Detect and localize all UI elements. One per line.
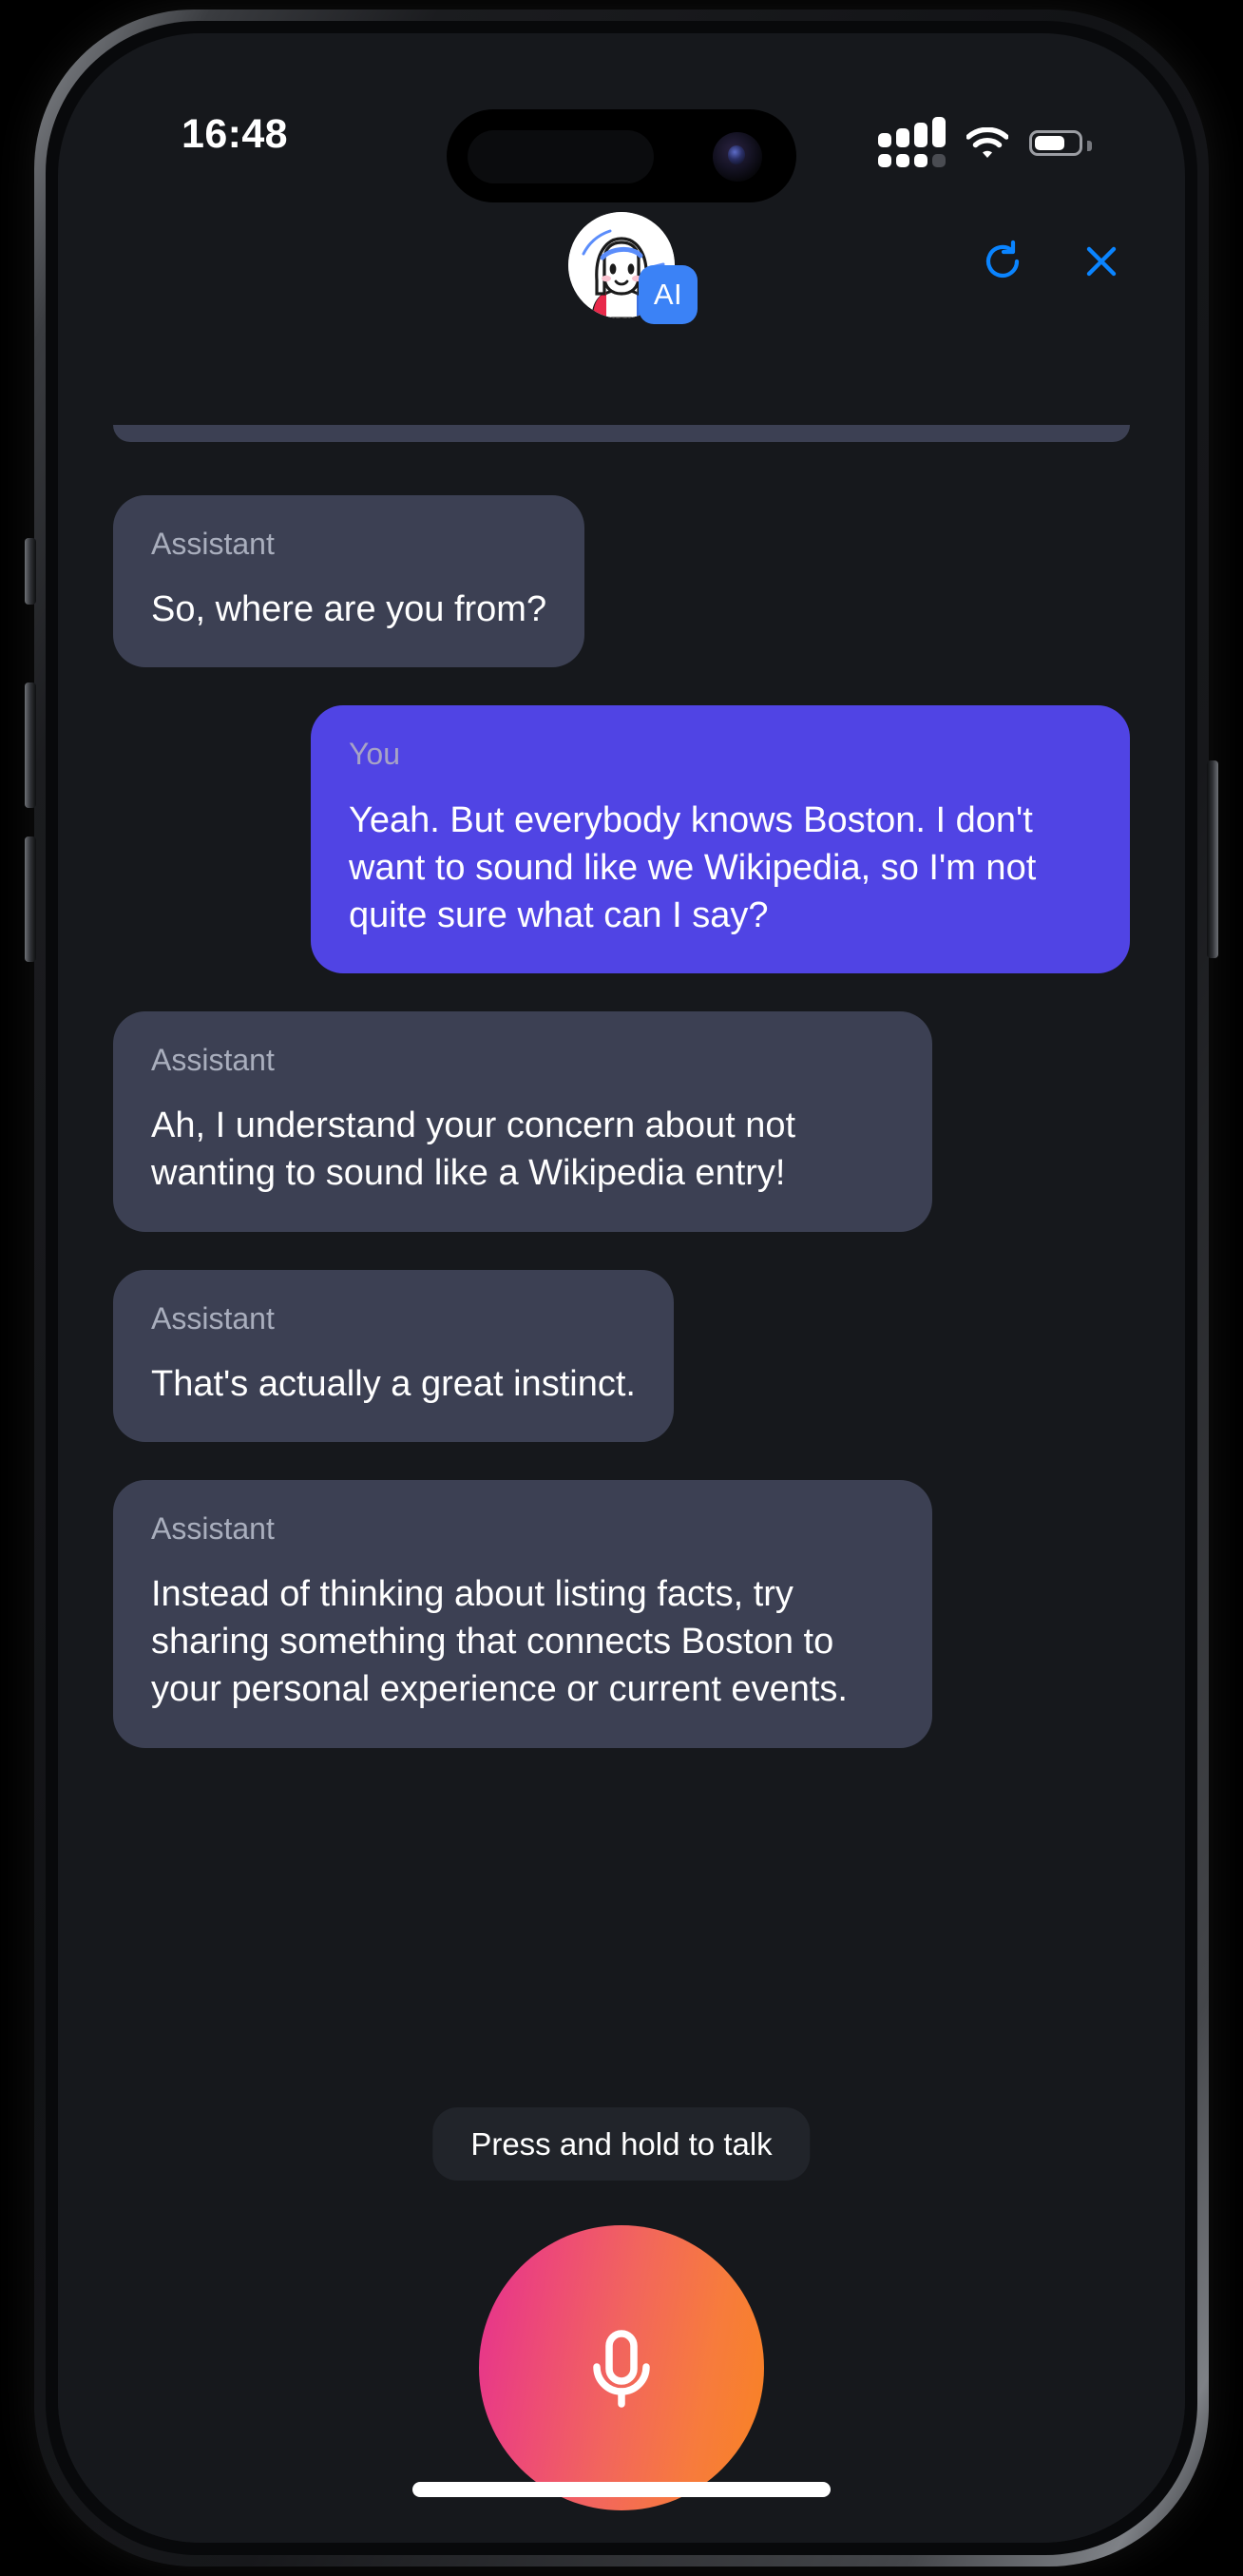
ai-badge: AI	[639, 265, 698, 324]
press-and-hold-hint: Press and hold to talk	[432, 2107, 811, 2181]
message-text: Ah, I understand your concern about not …	[151, 1105, 806, 1194]
message-role-label: Assistant	[151, 1043, 275, 1077]
message-role-label: Assistant	[151, 527, 275, 561]
status-bar-clock: 16:48	[182, 111, 288, 157]
battery-icon	[1029, 130, 1092, 156]
message-row: Assistant That's actually a great instinc…	[58, 1269, 1185, 1442]
header-actions	[978, 237, 1126, 286]
assistant-message-bubble[interactable]: Assistant Instead of thinking about listi…	[113, 1479, 932, 1748]
power-button[interactable]	[1207, 760, 1218, 958]
message-text: So, where are you from?	[151, 589, 547, 630]
user-message-bubble[interactable]: You Yeah. But everybody knows Boston. I d…	[311, 705, 1130, 973]
message-role-label: You	[349, 737, 400, 772]
close-icon	[1086, 246, 1117, 277]
message-row: Assistant So, where are you from?	[58, 495, 1185, 668]
message-role-label: Assistant	[151, 1510, 275, 1546]
message-text: That's actually a great instinct.	[151, 1363, 636, 1404]
message-text: Yeah. But everybody knows Boston. I don'…	[349, 799, 1046, 935]
assistant-message-bubble[interactable]: Assistant Ah, I understand your concern a…	[113, 1011, 932, 1232]
message-role-label: Assistant	[151, 1300, 275, 1336]
microphone-icon	[593, 2330, 650, 2408]
refresh-icon	[985, 240, 1020, 278]
wifi-icon	[966, 126, 1009, 159]
message-row: Assistant Instead of thinking about listi…	[58, 1479, 1185, 1748]
volume-down-button[interactable]	[25, 836, 36, 962]
front-camera-lens	[713, 132, 762, 182]
phone-screen: 16:48 AI Assistant So, where are you fro…	[58, 33, 1185, 2543]
screenshot-stage: 16:48 AI Assistant So, where are you fro…	[0, 0, 1243, 2576]
refresh-button[interactable]	[978, 237, 1027, 286]
dynamic-island-sensor-area	[468, 130, 654, 183]
volume-up-button[interactable]	[25, 682, 36, 808]
assistant-message-bubble[interactable]: Assistant So, where are you from?	[113, 495, 585, 668]
assistant-message-bubble[interactable]: Assistant That's actually a great instinc…	[113, 1269, 674, 1442]
cellular-signal-icon	[878, 117, 946, 167]
microphone-button[interactable]	[479, 2225, 764, 2510]
app-header: AI	[58, 201, 1185, 425]
scrolled-off-message	[113, 425, 1130, 442]
close-button[interactable]	[1077, 237, 1126, 286]
message-text: Instead of thinking about listing facts,…	[151, 1574, 848, 1710]
dynamic-island	[447, 109, 796, 202]
mute-switch-button[interactable]	[25, 538, 36, 605]
message-container: Assistant So, where are you from? You Yeah.…	[58, 495, 1185, 1748]
status-bar-icons	[878, 117, 1092, 167]
message-row: Assistant Ah, I understand your concern a…	[58, 1011, 1185, 1232]
avatar[interactable]: AI	[568, 212, 698, 324]
message-row: You Yeah. But everybody knows Boston. I d…	[58, 705, 1185, 973]
